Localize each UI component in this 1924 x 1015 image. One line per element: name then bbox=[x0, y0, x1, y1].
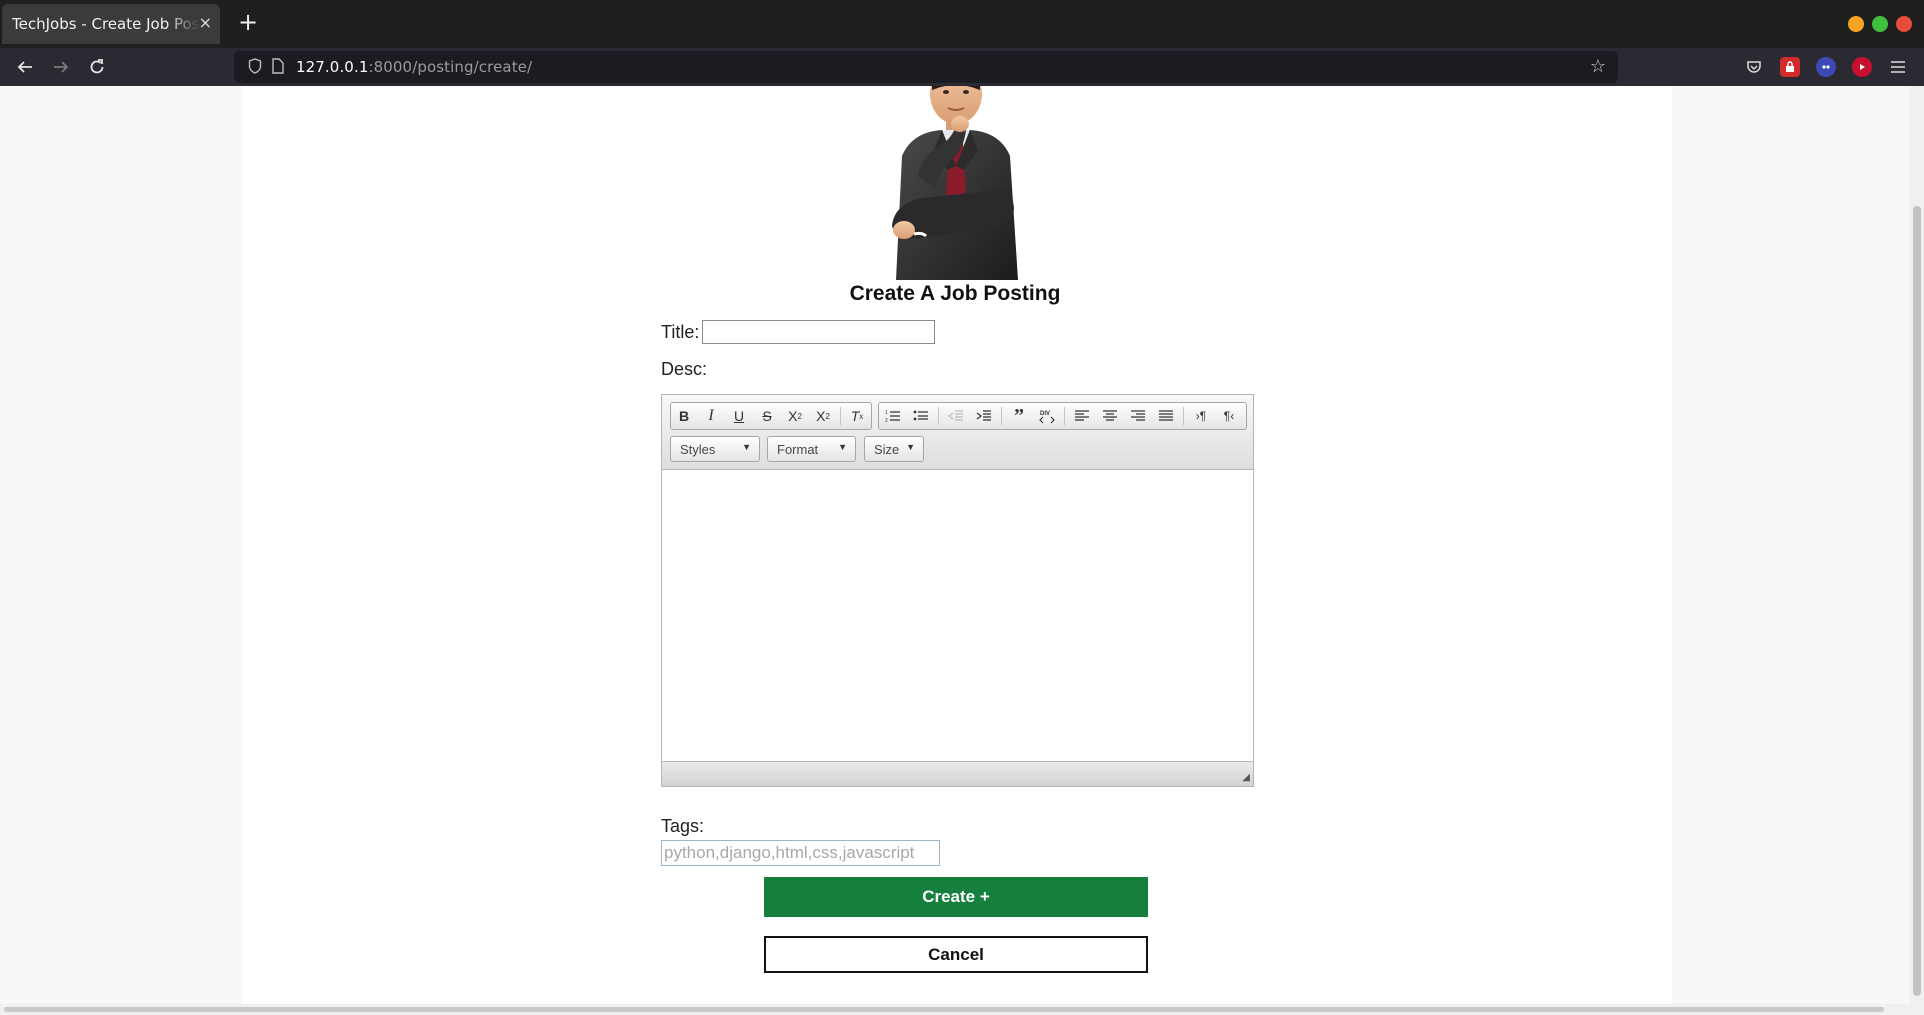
description-editor: B I U S X2 X2 Tx 12 ” DIV ›¶ ¶‹ Styles ▼… bbox=[661, 394, 1254, 787]
pocket-icon[interactable] bbox=[1744, 57, 1764, 77]
underline-button[interactable]: U bbox=[725, 403, 753, 429]
text-direction-rtl-icon[interactable]: ¶‹ bbox=[1215, 403, 1243, 429]
superscript-button[interactable]: X2 bbox=[809, 403, 837, 429]
blockquote-icon[interactable]: ” bbox=[1005, 403, 1033, 429]
editor-content-area[interactable] bbox=[662, 470, 1253, 762]
align-left-icon[interactable] bbox=[1068, 403, 1096, 429]
toolbar-separator bbox=[1064, 407, 1065, 425]
chevron-down-icon: ▼ bbox=[906, 442, 915, 452]
create-button[interactable]: Create + bbox=[764, 877, 1148, 917]
tags-input[interactable] bbox=[661, 840, 940, 866]
tab-close-icon[interactable]: × bbox=[199, 13, 212, 32]
svg-text:2: 2 bbox=[885, 418, 888, 423]
svg-text:1: 1 bbox=[885, 410, 888, 416]
remove-format-button[interactable]: Tx bbox=[844, 403, 870, 429]
italic-button[interactable]: I bbox=[697, 403, 725, 429]
format-dropdown[interactable]: Format ▼ bbox=[767, 436, 856, 462]
editor-footer: ◢ bbox=[662, 761, 1253, 786]
editor-toolbar: B I U S X2 X2 Tx 12 ” DIV ›¶ ¶‹ Styles ▼… bbox=[662, 395, 1253, 470]
strikethrough-button[interactable]: S bbox=[753, 403, 781, 429]
close-window-button[interactable] bbox=[1896, 16, 1912, 32]
browser-nav-bar: 127.0.0.1:8000/posting/create/ ☆ bbox=[0, 48, 1924, 86]
page-icon[interactable] bbox=[272, 58, 284, 78]
numbered-list-icon[interactable]: 12 bbox=[879, 403, 907, 429]
cancel-button[interactable]: Cancel bbox=[764, 936, 1148, 973]
toolbar-group-paragraph: 12 ” DIV ›¶ ¶‹ bbox=[878, 402, 1247, 430]
menu-icon[interactable] bbox=[1888, 57, 1908, 77]
page-title: Create A Job Posting bbox=[849, 282, 1061, 305]
lock-extension-icon[interactable] bbox=[1780, 57, 1800, 77]
toolbar-separator bbox=[938, 407, 939, 425]
toolbar-separator bbox=[1001, 407, 1002, 425]
new-tab-button[interactable]: + bbox=[238, 8, 258, 36]
text-direction-ltr-icon[interactable]: ›¶ bbox=[1187, 403, 1215, 429]
subscript-button[interactable]: X2 bbox=[781, 403, 809, 429]
title-input[interactable] bbox=[702, 320, 935, 344]
svg-text:DIV: DIV bbox=[1040, 411, 1050, 417]
desc-label: Desc: bbox=[661, 359, 708, 379]
back-arrow-icon[interactable] bbox=[12, 54, 38, 80]
window-controls bbox=[1848, 16, 1912, 32]
size-dropdown-label: Size bbox=[874, 442, 900, 457]
forward-arrow-icon[interactable] bbox=[48, 54, 74, 80]
horizontal-scrollbar[interactable] bbox=[0, 1004, 1924, 1015]
toolbar-group-basicstyles: B I U S X2 X2 Tx bbox=[670, 402, 872, 430]
align-right-icon[interactable] bbox=[1124, 403, 1152, 429]
styles-dropdown[interactable]: Styles ▼ bbox=[670, 436, 760, 462]
format-dropdown-label: Format bbox=[777, 442, 819, 457]
size-dropdown[interactable]: Size ▼ bbox=[864, 436, 924, 462]
toolbar-separator bbox=[1183, 407, 1184, 425]
tab-title: TechJobs - Create Job Posting bbox=[12, 15, 200, 33]
create-div-icon[interactable]: DIV bbox=[1033, 403, 1061, 429]
bulleted-list-icon[interactable] bbox=[907, 403, 935, 429]
align-center-icon[interactable] bbox=[1096, 403, 1124, 429]
reload-icon[interactable] bbox=[84, 54, 110, 80]
video-extension-icon[interactable] bbox=[1852, 57, 1872, 77]
address-bar[interactable]: 127.0.0.1:8000/posting/create/ ☆ bbox=[234, 51, 1618, 83]
title-label: Title: bbox=[661, 322, 700, 342]
page-viewport: Create A Job Posting Title: Desc: B I U … bbox=[0, 86, 1924, 1015]
chevron-down-icon: ▼ bbox=[742, 442, 751, 452]
minimize-button[interactable] bbox=[1848, 16, 1864, 32]
vertical-scrollbar-thumb[interactable] bbox=[1913, 206, 1921, 996]
tags-label: Tags: bbox=[661, 816, 705, 836]
browser-tab-bar: TechJobs - Create Job Posting × + bbox=[0, 0, 1924, 48]
url-path: :8000/posting/create/ bbox=[368, 58, 533, 76]
resize-grip-icon[interactable]: ◢ bbox=[1242, 772, 1250, 783]
bold-button[interactable]: B bbox=[671, 403, 697, 429]
maximize-button[interactable] bbox=[1872, 16, 1888, 32]
toolbar-separator bbox=[840, 407, 841, 425]
url-text[interactable]: 127.0.0.1:8000/posting/create/ bbox=[296, 58, 532, 76]
vertical-scrollbar[interactable] bbox=[1910, 86, 1924, 1004]
shield-icon[interactable] bbox=[248, 58, 262, 78]
decrease-indent-icon[interactable] bbox=[942, 403, 970, 429]
businessman-illustration bbox=[882, 86, 1030, 280]
bookmark-star-icon[interactable]: ☆ bbox=[1590, 56, 1606, 77]
justify-icon[interactable] bbox=[1152, 403, 1180, 429]
horizontal-scrollbar-thumb[interactable] bbox=[4, 1007, 1884, 1012]
styles-dropdown-label: Styles bbox=[680, 442, 716, 457]
browser-tab[interactable]: TechJobs - Create Job Posting × bbox=[2, 4, 220, 44]
ghost-extension-icon[interactable] bbox=[1816, 57, 1836, 77]
chevron-down-icon: ▼ bbox=[838, 442, 847, 452]
url-host: 127.0.0.1 bbox=[296, 58, 369, 76]
increase-indent-icon[interactable] bbox=[970, 403, 998, 429]
